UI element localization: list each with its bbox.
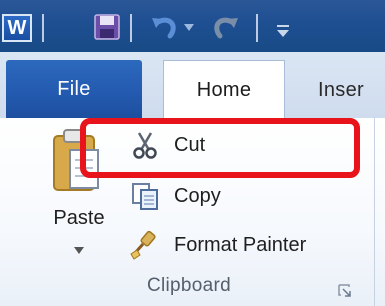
redo-icon[interactable] — [210, 12, 240, 42]
ribbon-tab-row: File Home Inser — [0, 52, 385, 120]
cut-highlight-box — [80, 118, 360, 178]
word-app-icon[interactable]: W — [2, 14, 32, 42]
copy-button[interactable]: Copy — [130, 181, 221, 211]
clipboard-group-label: Clipboard — [146, 275, 232, 296]
toolbar-divider — [130, 14, 132, 42]
tab-home[interactable]: Home — [163, 60, 285, 120]
copy-icon — [132, 183, 158, 210]
quick-access-toolbar: W — [0, 0, 385, 52]
format-painter-icon — [130, 230, 156, 260]
undo-dropdown-icon[interactable] — [184, 24, 194, 32]
toolbar-divider — [256, 14, 258, 42]
group-divider — [374, 118, 375, 306]
copy-label: Copy — [174, 184, 221, 207]
paste-button-label[interactable]: Paste — [44, 207, 114, 230]
tab-insert[interactable]: Inser — [318, 70, 364, 110]
toolbar-divider — [42, 14, 44, 42]
tab-file[interactable]: File — [6, 60, 142, 118]
save-icon[interactable] — [94, 14, 120, 40]
dialog-launcher-icon[interactable] — [338, 284, 352, 298]
format-painter-button[interactable]: Format Painter — [130, 230, 306, 260]
undo-icon[interactable] — [150, 12, 180, 42]
format-painter-label: Format Painter — [174, 233, 307, 256]
paste-dropdown-icon[interactable] — [74, 247, 84, 255]
customize-toolbar-icon[interactable] — [276, 24, 290, 38]
